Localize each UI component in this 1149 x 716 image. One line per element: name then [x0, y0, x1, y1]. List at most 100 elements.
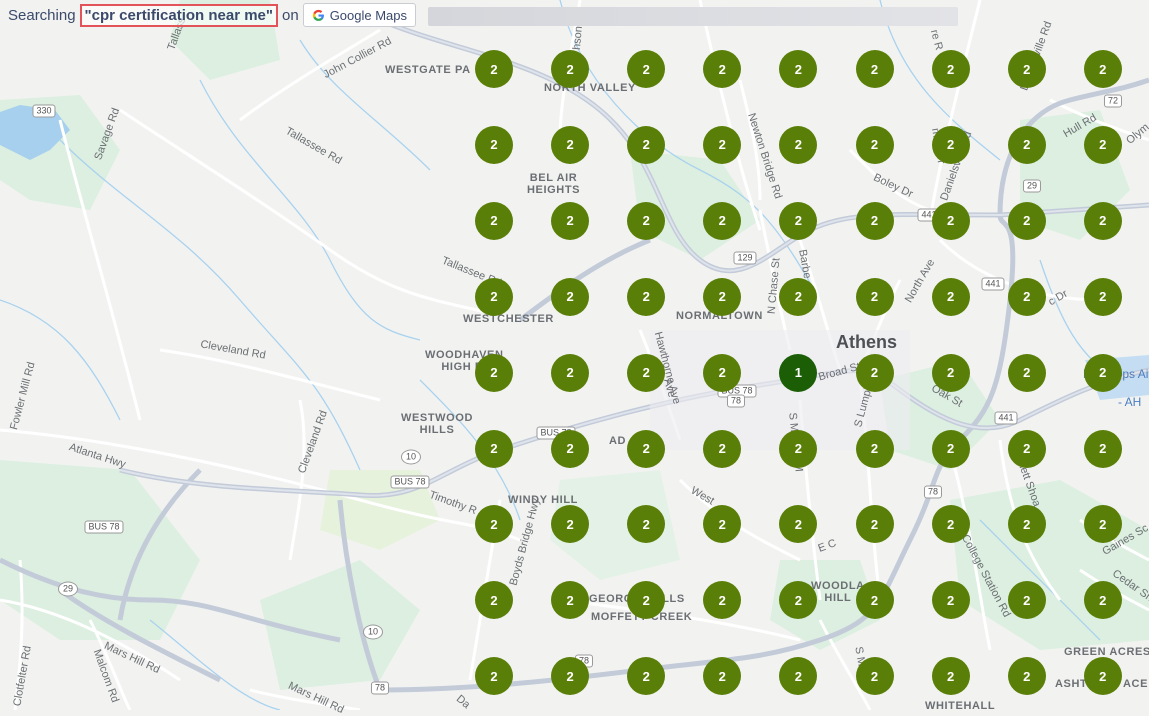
route-shield: 10 [362, 624, 384, 640]
route-shield: 78 [370, 681, 390, 695]
rank-marker[interactable]: 2 [1083, 505, 1122, 544]
rank-marker[interactable]: 2 [931, 50, 970, 88]
area-label: GREEN ACRES [1064, 646, 1149, 658]
rank-marker[interactable]: 2 [1083, 201, 1122, 240]
rank-marker[interactable]: 2 [1007, 353, 1046, 392]
rank-marker[interactable]: 2 [855, 50, 894, 88]
rank-marker[interactable]: 2 [1083, 353, 1122, 392]
rank-marker[interactable]: 2 [703, 581, 742, 620]
rank-marker[interactable]: 2 [475, 581, 513, 620]
rank-marker[interactable]: 2 [1007, 505, 1046, 544]
rank-marker[interactable]: 2 [475, 50, 513, 88]
rank-marker[interactable]: 2 [931, 429, 970, 468]
rank-marker[interactable]: 2 [627, 277, 666, 316]
rank-marker[interactable]: 2 [475, 429, 513, 468]
rank-marker[interactable]: 2 [627, 50, 666, 88]
rank-marker[interactable]: 2 [855, 125, 894, 164]
rank-marker[interactable]: 2 [475, 277, 513, 316]
rank-marker[interactable]: 2 [703, 657, 742, 696]
rank-marker[interactable]: 2 [779, 657, 818, 696]
rank-marker[interactable]: 2 [475, 505, 513, 544]
rank-marker[interactable]: 2 [703, 50, 742, 88]
rank-marker[interactable]: 2 [855, 657, 894, 696]
rank-marker[interactable]: 2 [1007, 201, 1046, 240]
rank-marker[interactable]: 2 [551, 125, 590, 164]
rank-marker[interactable]: 2 [1083, 657, 1122, 696]
rank-marker[interactable]: 2 [931, 581, 970, 620]
rank-marker[interactable]: 2 [1083, 277, 1122, 316]
rank-marker[interactable]: 2 [551, 50, 590, 88]
rank-marker[interactable]: 2 [1007, 657, 1046, 696]
rank-marker[interactable]: 2 [855, 353, 894, 392]
rank-marker[interactable]: 2 [627, 581, 666, 620]
rank-marker[interactable]: 2 [779, 50, 818, 88]
rank-marker[interactable]: 2 [1007, 277, 1046, 316]
rank-marker[interactable]: 2 [551, 581, 590, 620]
on-label: on [282, 6, 299, 24]
rank-marker[interactable]: 2 [779, 429, 818, 468]
rank-marker[interactable]: 2 [551, 429, 590, 468]
searching-label: Searching [8, 6, 76, 24]
rank-marker[interactable]: 2 [475, 125, 513, 164]
rank-marker[interactable]: 2 [931, 657, 970, 696]
rank-marker[interactable]: 2 [855, 429, 894, 468]
rank-marker[interactable]: 2 [931, 353, 970, 392]
city-label: Athens [836, 332, 898, 352]
rank-marker[interactable]: 2 [931, 125, 970, 164]
rank-marker[interactable]: 2 [551, 353, 590, 392]
rank-marker[interactable]: 2 [1083, 50, 1122, 88]
rank-marker[interactable]: 2 [551, 657, 590, 696]
rank-marker[interactable]: 2 [855, 505, 894, 544]
google-icon [312, 9, 324, 21]
rank-marker[interactable]: 2 [855, 201, 894, 240]
rank-marker[interactable]: 2 [551, 201, 590, 240]
area-label: WESTGATE PA [385, 64, 471, 76]
rank-marker[interactable]: 2 [627, 505, 666, 544]
rank-marker[interactable]: 2 [703, 201, 742, 240]
route-shield: 78 [726, 394, 746, 408]
rank-marker[interactable]: 2 [1007, 125, 1046, 164]
google-maps-button[interactable]: Google Maps [302, 3, 417, 27]
area-label: AD [609, 435, 627, 447]
rank-marker[interactable]: 2 [703, 353, 742, 392]
rank-marker[interactable]: 2 [779, 201, 818, 240]
rank-marker[interactable]: 2 [1007, 50, 1046, 88]
rank-marker[interactable]: 2 [931, 201, 970, 240]
rank-marker[interactable]: 2 [627, 657, 666, 696]
rank-marker[interactable]: 2 [1083, 429, 1122, 468]
rank-marker[interactable]: 2 [1083, 125, 1122, 164]
rank-marker[interactable]: 2 [627, 125, 666, 164]
redacted-url-bar [428, 7, 958, 26]
rank-marker[interactable]: 2 [779, 125, 818, 164]
rank-marker[interactable]: 2 [627, 201, 666, 240]
area-label: WINDY HILL [508, 494, 578, 506]
rank-marker[interactable]: 2 [627, 429, 666, 468]
route-shield: 441 [981, 277, 1005, 291]
rank-marker[interactable]: 2 [551, 277, 590, 316]
rank-marker[interactable]: 2 [855, 277, 894, 316]
rank-marker[interactable]: 2 [475, 353, 513, 392]
rank-marker[interactable]: 2 [779, 505, 818, 544]
rank-marker[interactable]: 2 [703, 277, 742, 316]
rank-marker[interactable]: 2 [779, 277, 818, 316]
rank-marker[interactable]: 2 [703, 505, 742, 544]
airport-label: - AH [1118, 395, 1142, 409]
rank-marker[interactable]: 2 [475, 657, 513, 696]
rank-marker[interactable]: 2 [1007, 429, 1046, 468]
rank-marker[interactable]: 2 [627, 353, 666, 392]
rank-marker[interactable]: 2 [931, 277, 970, 316]
rank-marker[interactable]: 2 [1083, 581, 1122, 620]
road-label: hson [570, 25, 585, 51]
rank-marker[interactable]: 2 [855, 581, 894, 620]
rank-marker[interactable]: 2 [931, 505, 970, 544]
rank-marker[interactable]: 2 [475, 201, 513, 240]
search-query: "cpr certification near me" [79, 3, 278, 27]
rank-marker[interactable]: 1 [779, 353, 818, 392]
rank-marker[interactable]: 2 [551, 505, 590, 544]
route-shield: 29 [1022, 179, 1042, 193]
route-shield: BUS 78 [390, 475, 430, 489]
rank-marker[interactable]: 2 [703, 429, 742, 468]
rank-marker[interactable]: 2 [1007, 581, 1046, 620]
rank-marker[interactable]: 2 [779, 581, 818, 620]
rank-marker[interactable]: 2 [703, 125, 742, 164]
